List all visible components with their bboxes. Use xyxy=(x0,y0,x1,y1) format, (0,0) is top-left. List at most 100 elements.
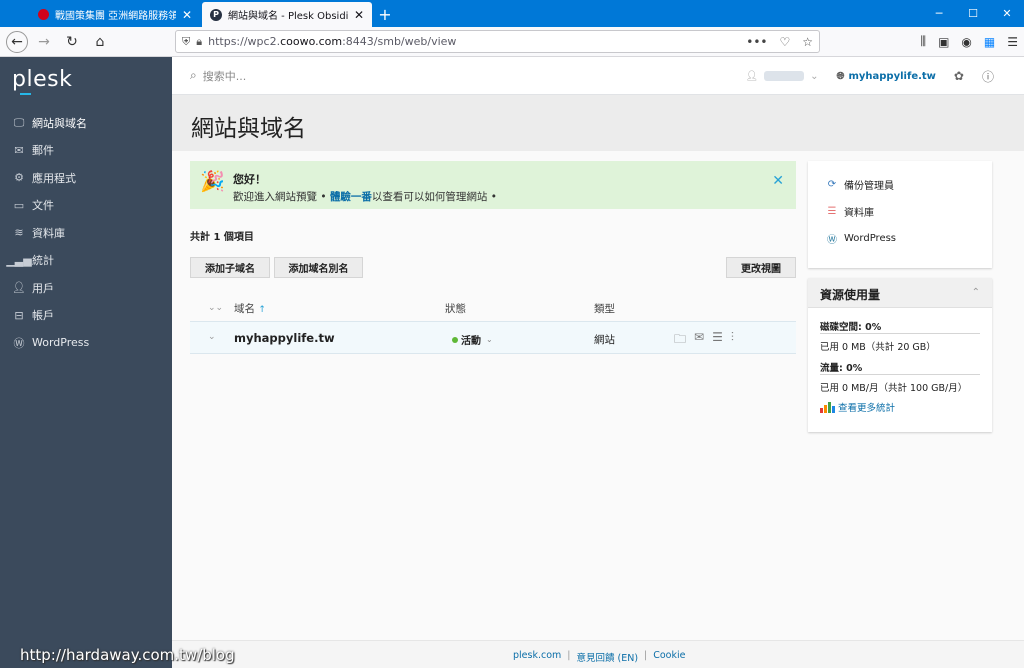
database-icon[interactable]: ☰ xyxy=(712,330,723,351)
close-tab-icon[interactable]: ✕ xyxy=(182,8,192,22)
footer-separator: | xyxy=(567,650,571,661)
new-tab-icon[interactable]: + xyxy=(372,2,398,27)
sidebar-item-users[interactable]: 👤︎ 用戶 xyxy=(0,274,172,302)
search-box[interactable]: ⌕ 搜索中... xyxy=(190,68,246,84)
plesk-logo[interactable]: plesk xyxy=(12,67,72,92)
chevron-down-icon[interactable]: ⌄ xyxy=(208,332,216,342)
browser-toolbar-right: ⫼ ▣ ◉ ▦ ☰ xyxy=(921,30,1018,53)
close-tab-icon[interactable]: ✕ xyxy=(354,8,364,22)
search-input[interactable]: 搜索中... xyxy=(203,68,247,84)
resource-usage-header[interactable]: 資源使用量 ⌃ xyxy=(808,278,992,308)
maximize-icon[interactable]: ☐ xyxy=(956,0,990,27)
tab-title: 網站與域名 - Plesk Obsidian 1 xyxy=(228,11,348,22)
sidebar-item-label: 用戶 xyxy=(32,281,54,295)
wordpress-link[interactable]: Ⓦ WordPress xyxy=(826,232,896,246)
row-actions: 🗀 ✉︎ ☰ ⫶ xyxy=(674,330,734,351)
sidebar-item-websites-domains[interactable]: 🖵︎ 網站與域名 xyxy=(0,109,172,137)
current-site-link[interactable]: 🌐︎ myhappylife.tw xyxy=(836,71,935,82)
sidebar: plesk 🖵︎ 網站與域名 ✉︎ 郵件 ⚙︎ 應用程式 ▭ 文件 ≋ 資料庫 … xyxy=(0,57,172,668)
minimize-icon[interactable]: ─ xyxy=(922,0,956,27)
quick-links-panel: ⟳ 備份管理員 ☰ 資料庫 Ⓦ WordPress xyxy=(808,161,992,268)
folder-icon[interactable]: 🗀 xyxy=(674,330,686,351)
column-header-type[interactable]: 類型 xyxy=(594,301,615,316)
add-domain-alias-button[interactable]: 添加域名別名 xyxy=(274,257,363,278)
take-tour-link[interactable]: 體驗一番 xyxy=(330,191,372,203)
lock-icon[interactable]: 🔒︎ xyxy=(196,35,202,49)
chevron-up-icon[interactable]: ⌃ xyxy=(972,287,980,298)
resource-usage-title: 資源使用量 xyxy=(820,288,881,302)
browser-tab-1[interactable]: 戰國策集團 亞洲網路服務領導 ✕ xyxy=(30,2,200,27)
disk-usage-label: 磁碟空間: 0% xyxy=(820,322,882,333)
bar-chart-icon xyxy=(820,401,835,413)
home-icon[interactable]: ⌂ xyxy=(88,30,112,54)
footer-links: plesk.com | 意見回饋 (EN) | Cookie xyxy=(513,650,685,664)
help-icon[interactable]: ⓘ xyxy=(982,68,994,85)
domain-name-link[interactable]: myhappylife.tw xyxy=(234,331,335,345)
item-count: 共計 1 個項目 xyxy=(190,232,254,243)
sidebar-toggle-icon[interactable]: ▣ xyxy=(938,35,949,49)
expand-all-icon[interactable]: ⌄⌄ xyxy=(208,303,223,313)
user-menu[interactable]: 👤︎ ⌄ xyxy=(745,71,818,82)
account-icon[interactable]: ◉ xyxy=(961,35,971,49)
content-topbar: ⌕ 搜索中... 👤︎ ⌄ 🌐︎ myhappylife.tw ✿ ⓘ xyxy=(172,57,1024,95)
forward-arrow-icon[interactable]: → xyxy=(32,30,56,54)
databases-link[interactable]: ☰ 資料庫 xyxy=(826,204,874,219)
sidebar-item-applications[interactable]: ⚙︎ 應用程式 xyxy=(0,164,172,192)
sidebar-item-wordpress[interactable]: Ⓦ WordPress xyxy=(0,329,172,357)
backup-manager-link[interactable]: ⟳ 備份管理員 xyxy=(826,177,894,192)
more-actions-icon[interactable]: ••• xyxy=(746,35,767,49)
traffic-usage-detail: 已用 0 MB/月（共計 100 GB/月） xyxy=(820,383,968,394)
column-header-domain-label: 域名 xyxy=(234,302,255,315)
close-icon[interactable]: ✕ xyxy=(772,173,784,189)
table-row[interactable]: ⌄ myhappylife.tw 活動 ⌄ 網站 🗀 ✉︎ ☰ ⫶ xyxy=(190,321,796,354)
traffic-usage-label: 流量: 0% xyxy=(820,363,863,374)
banner-greeting: 您好！ xyxy=(233,173,266,186)
site-type: 網站 xyxy=(594,334,615,346)
mail-icon: ✉︎ xyxy=(14,143,24,157)
settings-sliders-icon[interactable]: ⫶ xyxy=(731,330,734,351)
sidebar-item-statistics[interactable]: ▁▃▅ 統計 xyxy=(0,247,172,275)
sidebar-item-account[interactable]: ⊟ 帳戶 xyxy=(0,302,172,330)
add-subdomain-button[interactable]: 添加子域名 xyxy=(190,257,270,278)
sidebar-item-label: 帳戶 xyxy=(32,309,54,323)
party-popper-icon: 🎉 xyxy=(200,169,225,193)
more-statistics-link[interactable]: 查看更多統計 xyxy=(820,400,895,414)
footer: plesk.com | 意見回饋 (EN) | Cookie xyxy=(172,640,1024,668)
sidebar-item-mail[interactable]: ✉︎ 郵件 xyxy=(0,137,172,165)
window-close-icon[interactable]: ✕ xyxy=(990,0,1024,27)
url-text: https://wpc2.coowo.com:8443/smb/web/view xyxy=(208,35,740,48)
change-view-button[interactable]: 更改視圖 xyxy=(726,257,796,278)
sidebar-item-label: 文件 xyxy=(32,199,54,213)
footer-link-cookie[interactable]: Cookie xyxy=(653,650,685,664)
plesk-community-icon[interactable]: ✿ xyxy=(954,69,964,83)
column-header-domain[interactable]: 域名 ↑ xyxy=(234,301,266,316)
status-dropdown[interactable]: 活動 ⌄ xyxy=(452,332,493,347)
globe-icon: 🌐︎ xyxy=(836,70,845,82)
sidebar-item-databases[interactable]: ≋ 資料庫 xyxy=(0,219,172,247)
shield-icon[interactable]: ⛨ xyxy=(182,35,190,49)
banner-message-tail: 以查看可以如何管理網站 • xyxy=(371,191,497,203)
plesk-favicon-icon: P xyxy=(210,8,222,21)
browser-tab-2[interactable]: P 網站與域名 - Plesk Obsidian 1 ✕ xyxy=(202,2,372,27)
bar-chart-icon: ▁▃▅ xyxy=(6,253,32,267)
backup-icon: ⟳ xyxy=(827,179,837,190)
folder-icon: ▭ xyxy=(13,198,25,212)
mail-icon[interactable]: ✉︎ xyxy=(694,330,704,351)
footer-link-feedback[interactable]: 意見回饋 (EN) xyxy=(576,650,638,664)
pocket-icon[interactable]: ♡ xyxy=(779,35,790,49)
url-bar[interactable]: ⛨ 🔒︎ https://wpc2.coowo.com:8443/smb/web… xyxy=(175,30,820,53)
back-arrow-icon[interactable]: ← xyxy=(6,30,28,53)
divider xyxy=(820,333,980,334)
menu-icon[interactable]: ☰ xyxy=(1007,35,1018,49)
column-header-status[interactable]: 狀態 xyxy=(445,301,466,316)
extensions-icon[interactable]: ▦ xyxy=(984,35,995,49)
reload-icon[interactable]: ↻ xyxy=(60,30,84,54)
footer-link-plesk[interactable]: plesk.com xyxy=(513,650,561,664)
bookmark-star-icon[interactable]: ☆ xyxy=(802,35,813,49)
sidebar-item-label: 資料庫 xyxy=(32,226,65,240)
table-header: ⌄⌄ 域名 ↑ 狀態 類型 xyxy=(190,295,796,321)
library-icon[interactable]: ⫼ xyxy=(921,34,927,49)
sort-up-arrow-icon: ↑ xyxy=(258,304,266,315)
sidebar-item-files[interactable]: ▭ 文件 xyxy=(0,192,172,220)
monitor-icon: 🖵︎ xyxy=(13,115,25,129)
